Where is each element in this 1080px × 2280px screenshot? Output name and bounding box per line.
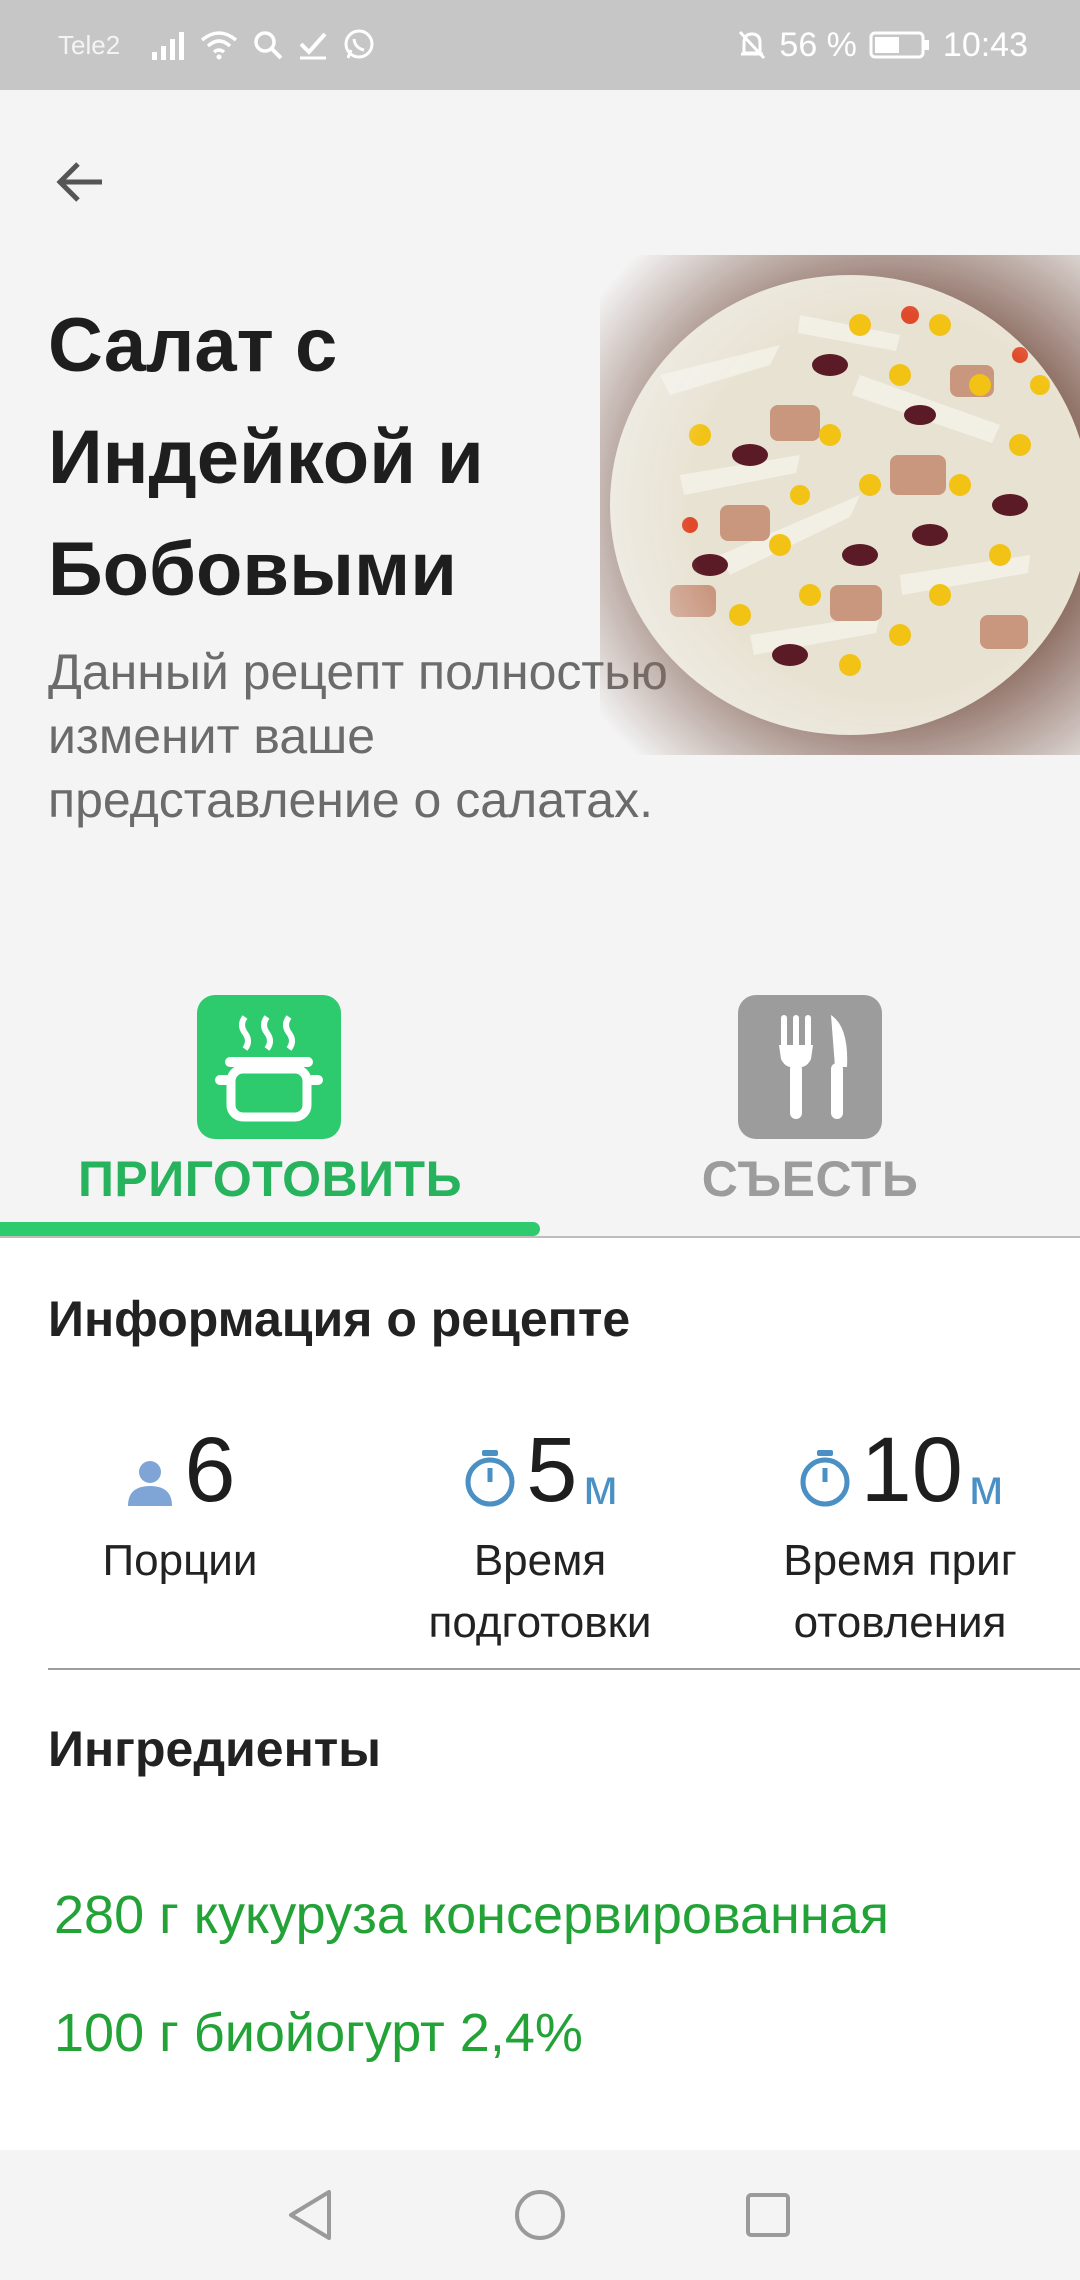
- check-icon: [298, 30, 328, 60]
- status-bar-right: 56 % 10:43: [737, 0, 1028, 90]
- pot-icon: [197, 995, 341, 1139]
- tab-eat-label: СЪЕСТЬ: [701, 1151, 919, 1207]
- person-icon: [124, 1456, 176, 1508]
- ingredients-section-title: Ингредиенты: [48, 1721, 381, 1777]
- prep-time-value: 5: [526, 1419, 578, 1521]
- tab-cook-label: ПРИГОТОВИТЬ: [77, 1151, 462, 1207]
- servings-label: Порции: [102, 1536, 258, 1585]
- info-section-title: Информация о рецепте: [48, 1291, 631, 1347]
- battery-icon: [869, 30, 931, 60]
- recipe-stats: 6 Порции 5 м Время подготовки 10 м Время…: [0, 1420, 1080, 1650]
- clock: 10:43: [942, 25, 1028, 64]
- back-button[interactable]: [40, 142, 120, 222]
- stat-servings: 6 Порции: [0, 1420, 360, 1592]
- whatsapp-icon: [342, 28, 376, 62]
- carrier-label: Tele2: [58, 29, 121, 60]
- fork-knife-icon: [738, 995, 882, 1139]
- ingredients-list: 280 г кукуруза консервированная 100 г би…: [54, 1870, 1034, 2106]
- prep-time-label: Время подготовки: [428, 1536, 652, 1647]
- nav-home-button[interactable]: [480, 2150, 600, 2280]
- servings-value: 6: [184, 1419, 236, 1521]
- wifi-icon: [200, 30, 238, 60]
- recipe-title: Салат с Индейкой и Бобовыми: [48, 303, 484, 612]
- prep-time-unit: м: [583, 1459, 618, 1515]
- status-bar: Tele2 56 % 10:43: [0, 0, 1080, 90]
- active-tab-indicator: [0, 1222, 540, 1236]
- cook-time-unit: м: [968, 1459, 1004, 1515]
- bell-off-icon: [737, 29, 767, 61]
- timer-icon: [462, 1448, 518, 1508]
- tabs-divider: [0, 1236, 1080, 1238]
- stat-cook-time: 10 м Время приг отовления: [720, 1420, 1080, 1654]
- tab-cook[interactable]: ПРИГОТОВИТЬ: [0, 905, 540, 1235]
- recipe-description: Данный рецепт полностью изменит ваше пре…: [48, 644, 668, 828]
- stat-prep-time: 5 м Время подготовки: [360, 1420, 720, 1654]
- cook-time-label: Время приг отовления: [783, 1536, 1017, 1647]
- circle-home-icon: [515, 2190, 565, 2240]
- ingredient-item[interactable]: 100 г биойогурт 2,4%: [54, 1988, 1034, 2078]
- stats-divider: [48, 1668, 1080, 1670]
- square-recents-icon: [746, 2193, 790, 2237]
- timer-icon: [797, 1448, 853, 1508]
- cook-time-value: 10: [860, 1419, 963, 1521]
- status-bar-left: Tele2: [58, 0, 376, 90]
- search-icon: [252, 29, 284, 61]
- nav-recents-button[interactable]: [708, 2150, 828, 2280]
- signal-icon: [152, 30, 186, 60]
- system-nav-bar: [0, 2150, 1080, 2280]
- recipe-photo: [600, 255, 1080, 755]
- nav-back-button[interactable]: [250, 2150, 370, 2280]
- battery-percent: 56 %: [779, 25, 857, 64]
- triangle-back-icon: [289, 2190, 331, 2240]
- tab-eat[interactable]: СЪЕСТЬ: [540, 905, 1080, 1235]
- arrow-left-icon: [56, 162, 102, 202]
- ingredient-item[interactable]: 280 г кукуруза консервированная: [54, 1870, 1034, 1960]
